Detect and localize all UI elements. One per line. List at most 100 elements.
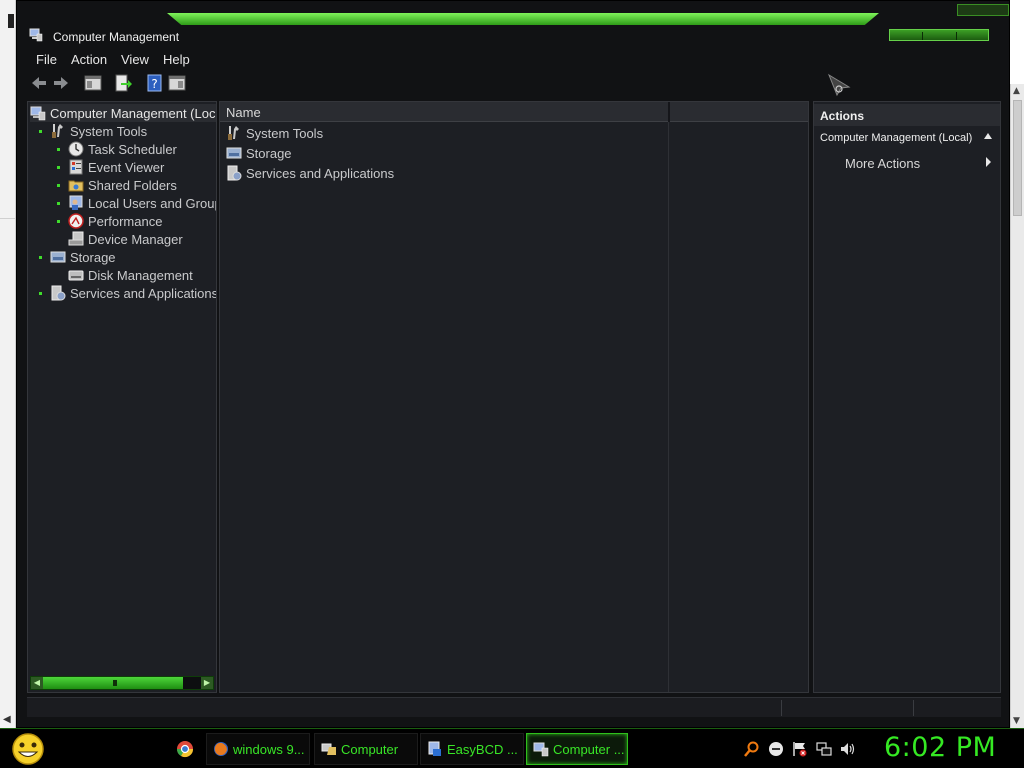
tree-expander-dot[interactable]: [57, 148, 60, 151]
tree-item-label: Device Manager: [88, 231, 183, 247]
console-tree-pane: Computer Management (Local) System Tools…: [27, 101, 217, 693]
taskbar-button-easybcd[interactable]: EasyBCD ...: [420, 733, 524, 765]
background-page-edge: ◀: [0, 0, 16, 728]
status-bar: [27, 697, 1001, 717]
tree-horizontal-scrollbar[interactable]: ◀ ▶: [30, 676, 214, 690]
taskbar-button-label: windows 9...: [233, 741, 305, 757]
tree-item-local-users-and-groups[interactable]: Local Users and Groups: [68, 194, 216, 212]
tree-item-label: Event Viewer: [88, 159, 165, 175]
chrome-icon[interactable]: [176, 740, 194, 758]
show-hide-action-pane-icon[interactable]: [167, 73, 187, 93]
window-control-buttons[interactable]: [889, 29, 989, 41]
scroll-up-icon[interactable]: ▲: [1013, 86, 1020, 96]
busy-cursor-icon: [827, 73, 851, 97]
more-actions-item[interactable]: More Actions: [845, 156, 920, 171]
tree-item-label: Disk Management: [88, 267, 193, 283]
device-manager-icon: [68, 231, 84, 246]
scroll-left-icon[interactable]: ◀: [31, 677, 43, 689]
menu-action[interactable]: Action: [71, 49, 107, 70]
column-name-header[interactable]: Name: [226, 105, 261, 120]
tree-item-shared-folders[interactable]: Shared Folders: [68, 176, 177, 194]
easybcd-icon: [428, 741, 441, 756]
tree-expander-dot[interactable]: [57, 220, 60, 223]
list-item-label: System Tools: [246, 125, 324, 141]
scroll-down-icon[interactable]: ▼: [1013, 716, 1020, 726]
volume-icon[interactable]: [840, 741, 856, 757]
background-vertical-scrollbar[interactable]: ▲ ▼: [1010, 84, 1024, 728]
minus-circle-icon[interactable]: [768, 741, 784, 757]
column-line: [668, 122, 669, 692]
taskbar-button-computer[interactable]: Computer: [314, 733, 418, 765]
column-divider[interactable]: [668, 102, 670, 122]
tree-item-system-tools[interactable]: System Tools: [50, 122, 147, 140]
computer-management-icon: [29, 28, 43, 42]
top-window-controls[interactable]: [957, 4, 1009, 16]
tree-item-task-scheduler[interactable]: Task Scheduler: [68, 140, 177, 158]
menu-view[interactable]: View: [121, 49, 149, 70]
scroll-right-icon[interactable]: ▶: [201, 677, 213, 689]
taskbar-button-firefox[interactable]: windows 9...: [206, 733, 310, 765]
back-icon[interactable]: [29, 73, 49, 93]
tree-item-disk-management[interactable]: Disk Management: [68, 266, 193, 284]
computer-management-window: Computer Management File Action View Hel…: [16, 0, 1010, 728]
tree-expander-dot[interactable]: [39, 292, 42, 295]
tree-item-event-viewer[interactable]: Event Viewer: [68, 158, 164, 176]
users-icon: [69, 195, 83, 210]
action-center-flag-icon[interactable]: [792, 741, 808, 757]
taskbar: windows 9... Computer EasyBCD ... Comput…: [0, 728, 1024, 768]
tree-expander-dot[interactable]: [57, 166, 60, 169]
taskbar-button-computer-management[interactable]: Computer ...: [526, 733, 628, 765]
start-button-smiley-icon[interactable]: [8, 732, 48, 766]
list-item-system-tools[interactable]: System Tools: [226, 124, 323, 142]
help-icon[interactable]: ?: [145, 73, 165, 93]
tree-item-storage[interactable]: Storage: [50, 248, 116, 266]
list-item-services-and-applications[interactable]: Services and Applications: [226, 164, 394, 182]
scroll-track-gap: [183, 677, 201, 689]
system-clock[interactable]: 6:02 PM: [884, 732, 996, 763]
tree-expander-dot[interactable]: [57, 202, 60, 205]
actions-header: Actions: [814, 104, 1000, 126]
scroll-thumb[interactable]: [1013, 100, 1022, 216]
tree-expander-dot[interactable]: [39, 130, 42, 133]
network-icon[interactable]: [816, 741, 832, 757]
event-viewer-icon: [69, 159, 83, 175]
list-item-label: Services and Applications: [246, 165, 395, 181]
tree-item-performance[interactable]: Performance: [68, 212, 162, 230]
tree-item-label: Task Scheduler: [88, 141, 177, 157]
taskbar-button-label: Computer: [341, 741, 399, 757]
toolbar: ?: [27, 71, 1001, 95]
show-hide-console-tree-icon[interactable]: [83, 73, 103, 93]
tree-item-label: System Tools: [70, 123, 148, 139]
tools-icon: [52, 124, 63, 138]
disk-icon: [68, 270, 84, 281]
scroll-grip[interactable]: [113, 680, 117, 686]
export-list-icon[interactable]: [113, 73, 133, 93]
window-title: Computer Management: [53, 30, 180, 44]
services-icon: [227, 165, 242, 181]
actions-pane: Actions Computer Management (Local) More…: [813, 101, 1001, 693]
tree-item-label: Storage: [70, 249, 116, 265]
tools-icon: [228, 126, 239, 140]
tree-item-device-manager[interactable]: Device Manager: [68, 230, 183, 248]
actions-context-title[interactable]: Computer Management (Local): [820, 132, 972, 144]
background-scroll-left-icon[interactable]: ◀: [3, 714, 11, 725]
menu-file[interactable]: File: [36, 49, 57, 70]
tree-expander-dot[interactable]: [57, 184, 60, 187]
tree-item-label: Services and Applications: [70, 285, 216, 301]
taskbar-button-label: Computer ...: [553, 741, 625, 757]
tree-item-services-and-applications[interactable]: Services and Applications: [50, 284, 216, 302]
firefox-icon: [214, 742, 228, 756]
list-column-header: Name: [220, 102, 808, 122]
storage-icon: [226, 147, 242, 159]
forward-icon[interactable]: [51, 73, 71, 93]
list-item-storage[interactable]: Storage: [226, 144, 292, 162]
tree-root-computer-management[interactable]: Computer Management (Local): [30, 104, 216, 122]
clock-icon: [68, 141, 84, 157]
list-item-label: Storage: [246, 145, 292, 161]
tree-expander-dot[interactable]: [39, 256, 42, 259]
collapse-up-icon[interactable]: [984, 133, 992, 139]
background-divider: [0, 218, 16, 219]
search-icon[interactable]: [744, 741, 760, 757]
menu-help[interactable]: Help: [163, 49, 190, 70]
submenu-arrow-icon[interactable]: [986, 157, 991, 167]
